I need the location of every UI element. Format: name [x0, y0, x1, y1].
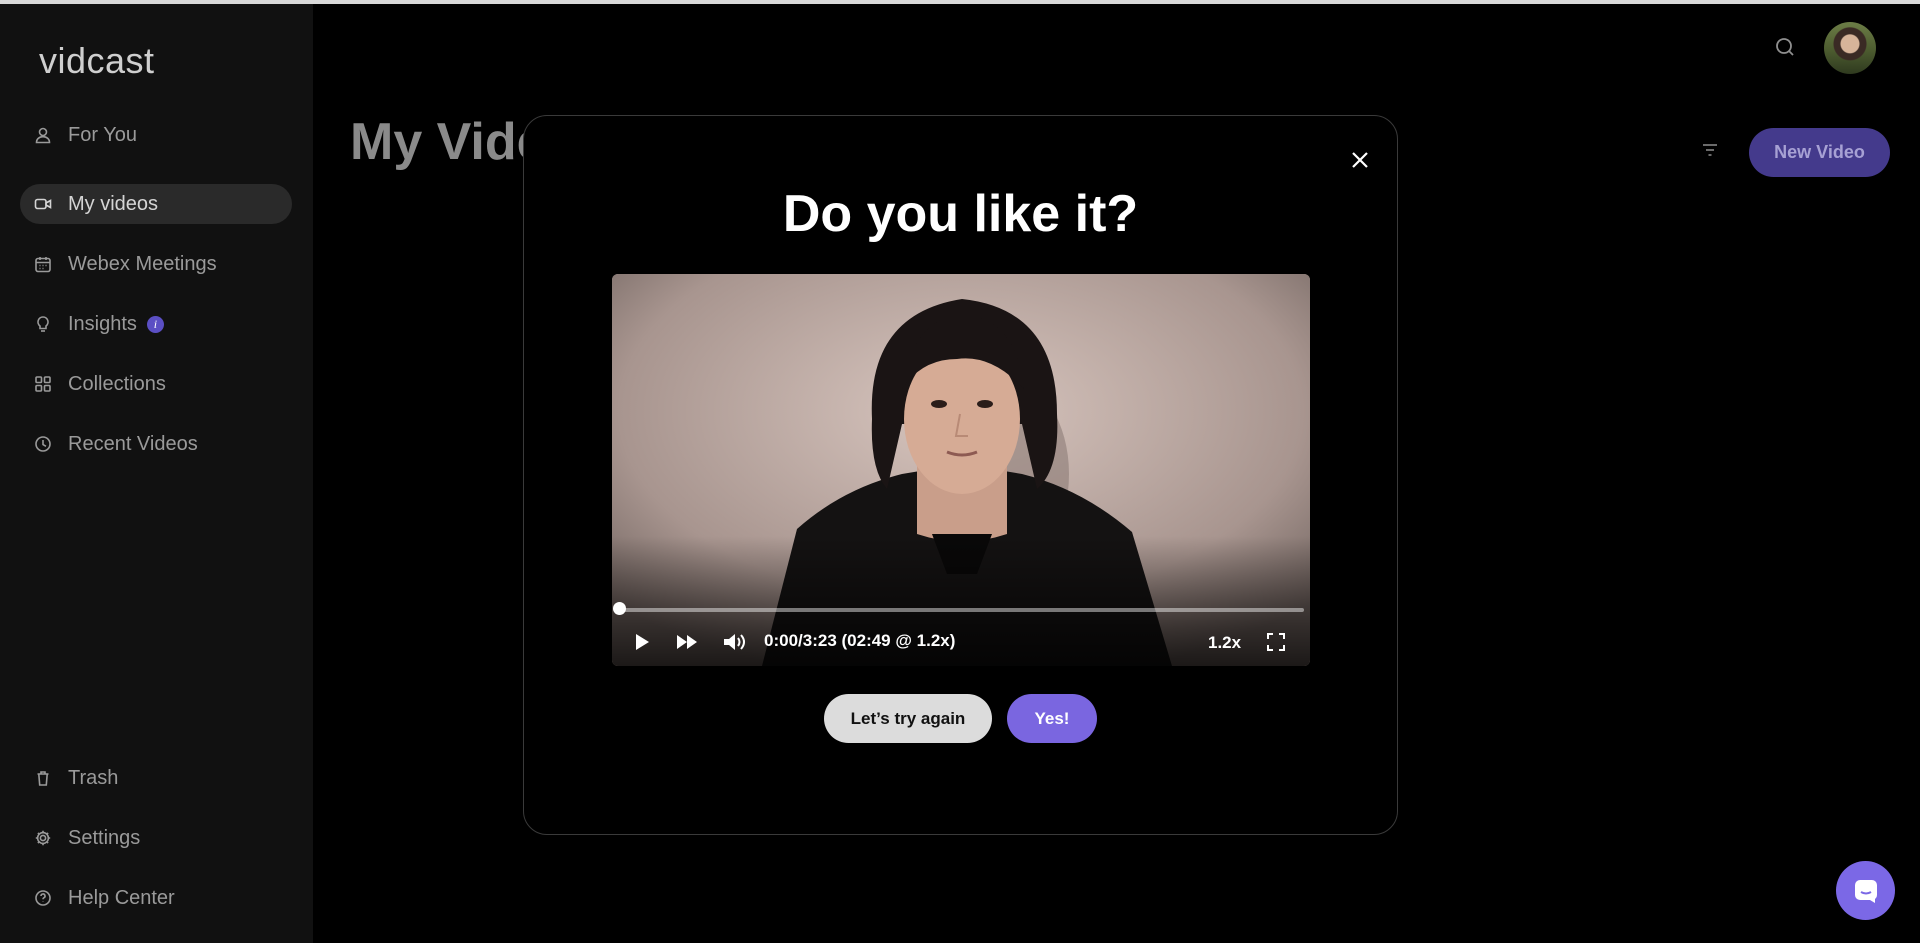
sidebar-item-help-center[interactable]: Help Center [20, 878, 292, 918]
modal-title: Do you like it? [782, 185, 1139, 243]
sidebar-item-trash[interactable]: Trash [20, 758, 292, 798]
play-icon[interactable] [630, 629, 654, 655]
sidebar-item-label: For You [68, 123, 137, 146]
new-video-button[interactable]: New Video [1749, 128, 1890, 177]
sidebar: vidcast For You My videos Webex Meetings… [0, 4, 313, 943]
trash-icon [34, 769, 52, 787]
clock-icon [34, 435, 52, 453]
try-again-button[interactable]: Let’s try again [824, 694, 992, 743]
feedback-modal: Do you like it? 0:00/3:23 (02:49 @ 1.2x)… [523, 115, 1398, 835]
avatar[interactable] [1824, 22, 1876, 74]
time-display: 0:00/3:23 (02:49 @ 1.2x) [764, 631, 956, 650]
fast-forward-icon[interactable] [674, 629, 700, 655]
fullscreen-icon[interactable] [1265, 629, 1287, 655]
calendar-icon [34, 255, 52, 273]
sidebar-item-insights[interactable]: Insights i [20, 304, 292, 344]
close-icon[interactable] [1345, 145, 1375, 175]
sidebar-item-recent-videos[interactable]: Recent Videos [20, 424, 292, 464]
sidebar-item-my-videos[interactable]: My videos [20, 184, 292, 224]
sidebar-item-label: My videos [68, 192, 159, 215]
sidebar-item-label: Help Center [68, 886, 175, 909]
sidebar-item-label: Webex Meetings [68, 252, 217, 275]
sidebar-item-label: Recent Videos [68, 432, 198, 455]
sidebar-item-collections[interactable]: Collections [20, 364, 292, 404]
progress-scrubber[interactable] [613, 602, 626, 615]
video-player[interactable]: 0:00/3:23 (02:49 @ 1.2x) 1.2x [612, 274, 1310, 666]
progress-bar[interactable] [619, 608, 1304, 612]
sidebar-item-label: Settings [68, 826, 141, 849]
video-camera-icon [34, 195, 52, 213]
help-icon [34, 889, 52, 907]
sidebar-item-webex-meetings[interactable]: Webex Meetings [20, 244, 292, 284]
search-icon[interactable] [1774, 36, 1800, 62]
sidebar-item-for-you[interactable]: For You [20, 115, 292, 155]
person-icon [34, 126, 52, 144]
lightbulb-icon [34, 315, 52, 333]
app-logo[interactable]: vidcast [39, 40, 155, 82]
sidebar-item-label: Trash [68, 766, 119, 789]
volume-icon[interactable] [721, 629, 747, 655]
grid-icon [34, 375, 52, 393]
chat-support-button[interactable] [1836, 861, 1895, 920]
sidebar-item-label: Insights [68, 312, 137, 335]
info-badge-icon[interactable]: i [146, 315, 164, 333]
gear-icon [34, 829, 52, 847]
page-title: My Vide [350, 113, 546, 171]
controls-overlay [612, 536, 1310, 666]
chat-icon [1854, 879, 1877, 903]
yes-button[interactable]: Yes! [1007, 694, 1097, 743]
sidebar-item-settings[interactable]: Settings [20, 818, 292, 858]
sidebar-item-label: Collections [68, 372, 166, 395]
filter-icon[interactable] [1700, 140, 1724, 164]
playback-speed-button[interactable]: 1.2x [1208, 633, 1241, 653]
